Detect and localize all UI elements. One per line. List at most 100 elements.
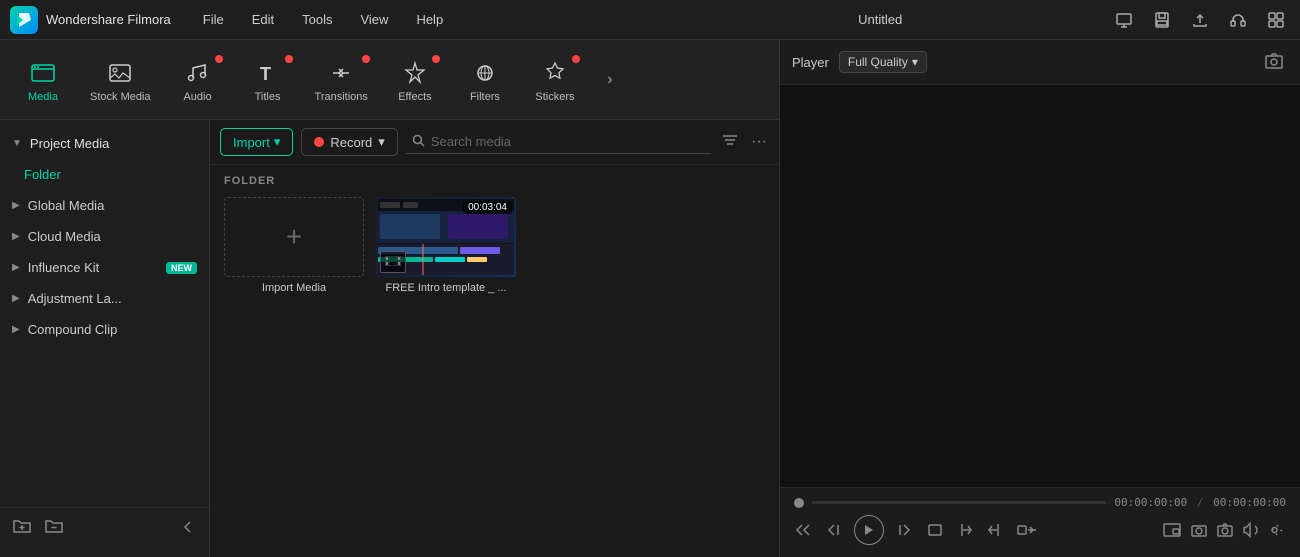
progress-bar-container: 00:00:00:00 / 00:00:00:00: [794, 496, 1286, 509]
fullscreen-btn[interactable]: [1190, 521, 1208, 539]
video-item[interactable]: 00:03:04: [376, 197, 516, 294]
sidebar-cloud-media[interactable]: ▶ Cloud Media: [0, 221, 209, 252]
quality-select[interactable]: Full Quality ▾: [839, 51, 927, 73]
skip-back-btn[interactable]: [794, 521, 812, 539]
menu-tools[interactable]: Tools: [290, 8, 344, 31]
global-media-label: Global Media: [28, 198, 197, 213]
global-media-chevron: ▶: [12, 200, 20, 211]
adjustment-chevron: ▶: [12, 293, 20, 304]
sidebar-footer: [0, 507, 209, 549]
left-panel: Media Stock Media: [0, 40, 780, 557]
sidebar-compound-clip[interactable]: ▶ Compound Clip: [0, 314, 209, 345]
volume-btn[interactable]: [1242, 521, 1260, 539]
stock-media-icon: [104, 57, 136, 89]
menu-bar: Wondershare Filmora File Edit Tools View…: [0, 0, 1300, 40]
record-button[interactable]: Record ▾: [301, 128, 397, 156]
player-label: Player: [792, 55, 829, 70]
menu-items: File Edit Tools View Help: [191, 8, 651, 31]
player-controls: 00:00:00:00 / 00:00:00:00: [780, 487, 1300, 557]
upload-btn[interactable]: [1186, 6, 1214, 34]
frame-back-btn[interactable]: [824, 521, 842, 539]
import-media-item[interactable]: + Import Media: [224, 197, 364, 294]
toolbar-tabs: Media Stock Media: [0, 40, 779, 120]
tab-audio[interactable]: Audio: [163, 49, 233, 111]
video-label: FREE Intro template _ ...: [385, 282, 506, 294]
filter-btn[interactable]: [719, 129, 741, 156]
svg-text:T: T: [260, 64, 271, 84]
project-media-label: Project Media: [30, 136, 197, 151]
sidebar-project-media[interactable]: ▼ Project Media: [0, 128, 209, 159]
compound-clip-label: Compound Clip: [28, 322, 197, 337]
player-view: [780, 85, 1300, 487]
time-separator: /: [1197, 496, 1204, 509]
tab-stock-label: Stock Media: [90, 91, 151, 103]
out-point-btn[interactable]: [986, 521, 1004, 539]
time-total: 00:00:00:00: [1213, 496, 1286, 509]
folder-section: FOLDER + Import Media: [210, 165, 779, 304]
save-btn[interactable]: [1148, 6, 1176, 34]
sidebar-influence-kit[interactable]: ▶ Influence Kit NEW: [0, 252, 209, 283]
sidebar-folder[interactable]: Folder: [0, 159, 209, 190]
tab-titles-label: Titles: [255, 91, 281, 103]
tab-effects[interactable]: Effects: [380, 49, 450, 111]
tab-more-btn[interactable]: ›: [594, 64, 626, 96]
window-title: Untitled: [650, 12, 1110, 27]
tab-audio-label: Audio: [183, 91, 211, 103]
effects-icon: [399, 57, 431, 89]
pip-btn[interactable]: [1162, 521, 1182, 539]
remove-folder-btn[interactable]: [44, 516, 64, 541]
progress-track[interactable]: [812, 501, 1106, 504]
tab-effects-label: Effects: [398, 91, 431, 103]
add-folder-btn[interactable]: [12, 516, 32, 541]
screenshot-btn[interactable]: [1260, 48, 1288, 76]
search-input[interactable]: [431, 134, 705, 149]
tab-filters[interactable]: Filters: [450, 49, 520, 111]
collapse-sidebar-btn[interactable]: [179, 518, 197, 539]
menu-file[interactable]: File: [191, 8, 236, 31]
snapshot-btn[interactable]: [926, 521, 944, 539]
time-display: 00:00:00:00 / 00:00:00:00: [1114, 496, 1286, 509]
audio-icon: [182, 57, 214, 89]
menu-help[interactable]: Help: [404, 8, 455, 31]
more-options-btn[interactable]: ···: [749, 131, 769, 153]
sidebar-global-media[interactable]: ▶ Global Media: [0, 190, 209, 221]
search-icon: [412, 134, 425, 150]
menu-edit[interactable]: Edit: [240, 8, 286, 31]
tab-media[interactable]: Media: [8, 49, 78, 111]
duration-badge: 00:03:04: [463, 201, 512, 214]
tab-transitions[interactable]: Transitions: [303, 49, 380, 111]
menu-view[interactable]: View: [348, 8, 400, 31]
record-chevron-icon: ▾: [378, 134, 385, 150]
import-placeholder-thumb: +: [224, 197, 364, 277]
sidebar-adjustment-layer[interactable]: ▶ Adjustment La...: [0, 283, 209, 314]
project-media-chevron: ▼: [12, 138, 22, 149]
tab-titles[interactable]: T Titles: [233, 49, 303, 111]
app-name: Wondershare Filmora: [46, 12, 171, 27]
player-settings-btn[interactable]: [1268, 521, 1286, 539]
cloud-media-chevron: ▶: [12, 231, 20, 242]
influence-kit-chevron: ▶: [12, 262, 20, 273]
compound-clip-chevron: ▶: [12, 324, 20, 335]
tab-stickers-label: Stickers: [535, 91, 574, 103]
in-point-btn[interactable]: [956, 521, 974, 539]
monitor-btn[interactable]: [1110, 6, 1138, 34]
sidebar: ▼ Project Media Folder ▶ Global Media: [0, 120, 210, 557]
influence-kit-badge: NEW: [166, 262, 197, 274]
titles-icon: T: [252, 57, 284, 89]
tab-stickers[interactable]: Stickers: [520, 49, 590, 111]
insert-btn[interactable]: [1016, 521, 1038, 539]
quality-value: Full Quality: [848, 55, 908, 69]
progress-handle[interactable]: [794, 498, 804, 508]
cloud-media-label: Cloud Media: [28, 229, 197, 244]
camera-btn[interactable]: [1216, 521, 1234, 539]
headphone-btn[interactable]: [1224, 6, 1252, 34]
play-btn[interactable]: [854, 515, 884, 545]
transitions-icon: [325, 57, 357, 89]
frame-forward-btn[interactable]: [896, 521, 914, 539]
media-icon: [27, 57, 59, 89]
import-media-label: Import Media: [262, 282, 326, 294]
stickers-icon: [539, 57, 571, 89]
import-button[interactable]: Import ▾: [220, 128, 293, 156]
grid-btn[interactable]: [1262, 6, 1290, 34]
tab-stock-media[interactable]: Stock Media: [78, 49, 163, 111]
